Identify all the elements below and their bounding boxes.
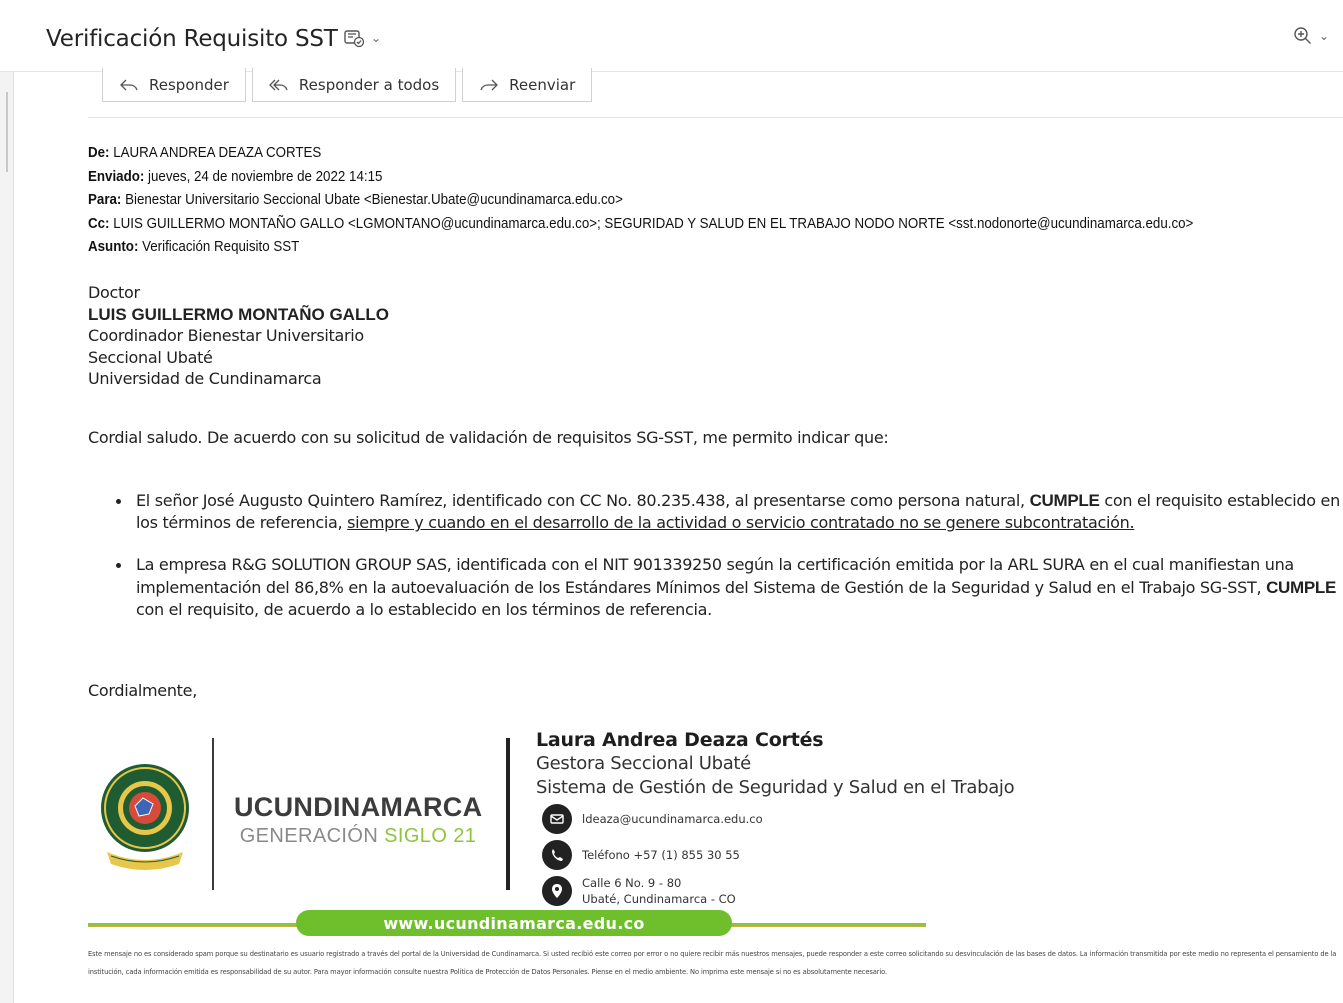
zoom-button[interactable]: ⌄ (1293, 26, 1329, 46)
brand-tagline: GENERACIÓN SIGLO 21 (239, 825, 477, 847)
sent-row: Enviado: jueves, 24 de noviembre de 2022… (88, 168, 383, 185)
findings-list: El señor José Augusto Quintero Ramírez, … (112, 490, 1343, 641)
list-item: El señor José Augusto Quintero Ramírez, … (112, 490, 1343, 534)
brand-logo-text: UCUNDINAMARCA GENERACIÓN SIGLO 21 (234, 792, 482, 848)
signature-role: Gestora Seccional Ubaté (536, 753, 751, 774)
signature-divider (506, 738, 510, 890)
forwarded-header: De: LAURA ANDREA DEAZA CORTES Enviado: j… (88, 142, 1193, 260)
sent-value: jueves, 24 de noviembre de 2022 14:15 (148, 168, 383, 185)
signature-divider (212, 738, 214, 890)
reply-label: Responder (149, 75, 229, 94)
reply-icon (120, 79, 138, 90)
from-row: De: LAURA ANDREA DEAZA CORTES (88, 145, 322, 161)
signature-department: Sistema de Gestión de Seguridad y Salud … (536, 777, 1015, 798)
brand-name: UCUNDINAMARCA (234, 792, 483, 822)
chevron-down-icon: ⌄ (1318, 29, 1329, 43)
closing-text: Cordialmente, (88, 681, 197, 700)
subject-row: Asunto: Verificación Requisito SST (88, 239, 300, 256)
scroll-indicator (6, 92, 8, 172)
recipient-unit: Seccional Ubaté (88, 347, 213, 367)
signature-name: Laura Andrea Deaza Cortés (536, 729, 824, 751)
message-subject: Verificación Requisito SST (46, 26, 338, 52)
subject-tag-button[interactable]: ⌄ (343, 28, 381, 48)
reply-all-icon (269, 79, 288, 90)
list-item: La empresa R&G SOLUTION GROUP SAS, ident… (112, 554, 1343, 621)
signature-email: ldeaza@ucundinamarca.edu.co (542, 804, 763, 834)
phone-icon (542, 840, 572, 870)
chevron-down-icon: ⌄ (371, 31, 382, 45)
zoom-in-icon (1294, 27, 1311, 44)
reply-button[interactable]: Responder (102, 68, 246, 102)
divider (88, 117, 1343, 118)
forward-button[interactable]: Reenviar (462, 68, 593, 102)
cc-value: LUIS GUILLERMO MONTAÑO GALLO <LGMONTANO@… (113, 215, 1194, 232)
address-line-2: Ubaté, Cundinamarca - CO (582, 892, 736, 906)
legal-disclaimer: Este mensaje no es considerado spam porq… (88, 950, 1337, 976)
location-pin-icon (542, 876, 572, 906)
website-link[interactable]: www.ucundinamarca.edu.co (296, 910, 732, 936)
email-link[interactable]: ldeaza@ucundinamarca.edu.co (582, 812, 763, 826)
cc-row: Cc: LUIS GUILLERMO MONTAÑO GALLO <LGMONT… (88, 215, 1194, 232)
forward-icon (480, 79, 499, 90)
recipient-org: Universidad de Cundinamarca (88, 369, 322, 388)
to-row: Para: Bienestar Universitario Seccional … (88, 192, 623, 209)
signature-address: Calle 6 No. 9 - 80 Ubaté, Cundinamarca -… (542, 875, 736, 907)
address-line-1: Calle 6 No. 9 - 80 (582, 876, 682, 890)
subject-value: Verificación Requisito SST (142, 239, 300, 256)
from-value: LAURA ANDREA DEAZA CORTES (113, 145, 322, 161)
university-seal-logo (101, 764, 189, 870)
message-actions: Responder Responder a todos Reenviar (102, 68, 593, 102)
reply-all-button[interactable]: Responder a todos (251, 68, 457, 102)
reply-all-label: Responder a todos (298, 75, 440, 94)
greeting-paragraph: Cordial saludo. De acuerdo con su solici… (88, 428, 889, 447)
salutation-title: Doctor (88, 283, 140, 302)
to-value: Bienestar Universitario Seccional Ubate … (125, 192, 623, 209)
phone-text: Teléfono +57 (1) 855 30 55 (582, 848, 740, 862)
recipient-address-block: Doctor LUIS GUILLERMO MONTAÑO GALLO Coor… (88, 282, 389, 390)
tag-check-icon (344, 30, 365, 48)
signature-phone: Teléfono +57 (1) 855 30 55 (542, 840, 740, 870)
forward-label: Reenviar (509, 75, 576, 94)
left-gutter (0, 72, 14, 1003)
mail-icon (542, 804, 572, 834)
recipient-name: LUIS GUILLERMO MONTAÑO GALLO (88, 304, 389, 324)
recipient-role: Coordinador Bienestar Universitario (88, 326, 364, 345)
